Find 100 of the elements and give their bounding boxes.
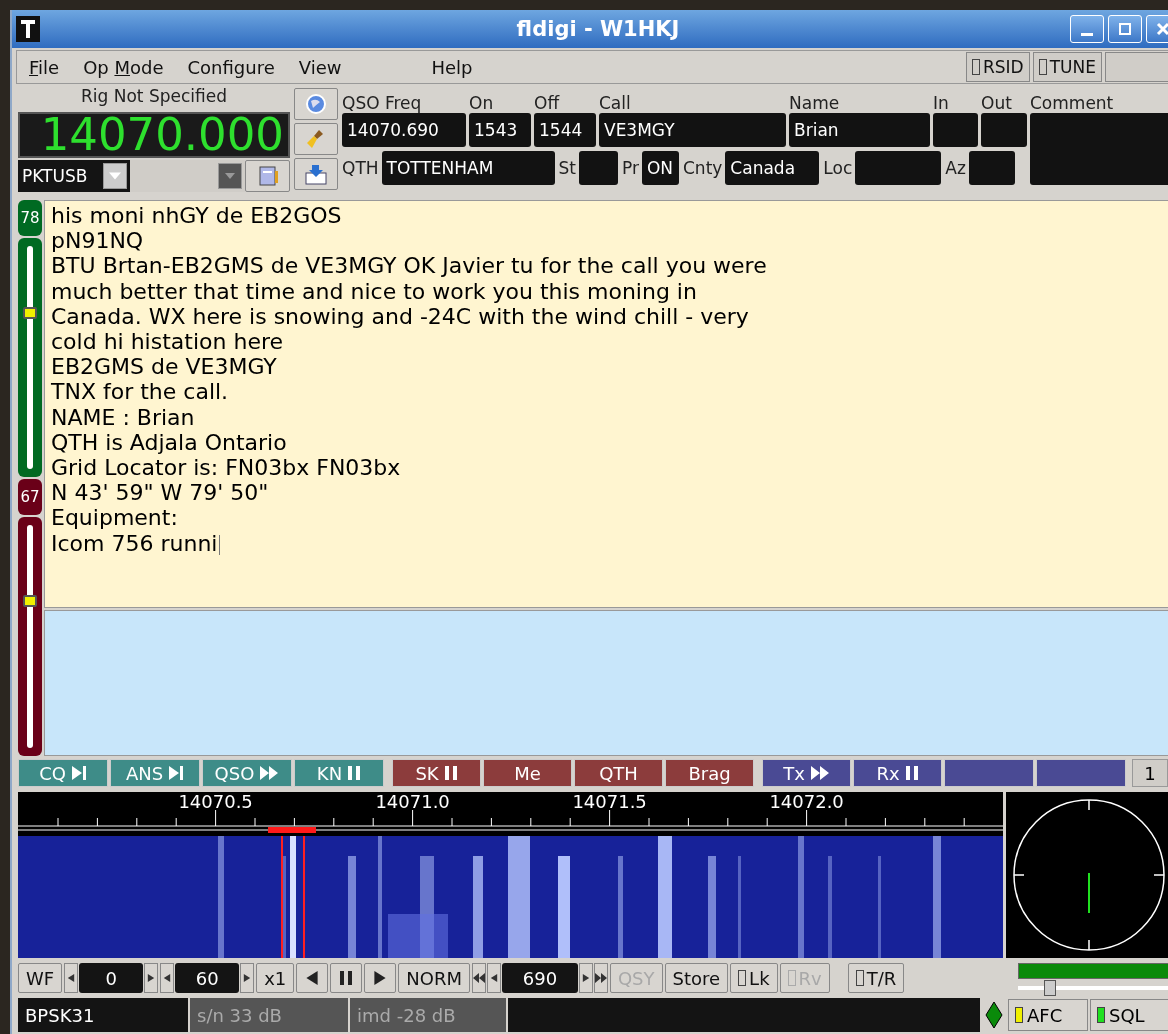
log-field[interactable] <box>855 151 942 185</box>
text-line: his moni nhGY de EB2GOS <box>51 203 342 229</box>
macro-button[interactable]: Brag <box>665 759 754 787</box>
log-field[interactable]: 1544 <box>534 113 596 147</box>
decrement-button[interactable] <box>486 963 501 993</box>
macro-button[interactable]: Me <box>483 759 572 787</box>
log-field[interactable] <box>933 113 978 147</box>
menu-item[interactable]: Configure <box>175 56 287 78</box>
step-right-button[interactable] <box>364 963 397 993</box>
arrow-icon <box>67 974 76 982</box>
macro-button[interactable]: QSO <box>202 759 292 787</box>
log-field[interactable]: TOTTENHAM <box>381 151 555 185</box>
macro-button[interactable]: KN <box>294 759 384 787</box>
toggle-button[interactable]: AFC <box>1008 999 1088 1031</box>
macro-button[interactable]: ANS <box>110 759 200 787</box>
macro-page-number[interactable]: 1 <box>1132 759 1168 787</box>
menu-item[interactable]: Help <box>419 56 485 78</box>
minimize-button[interactable] <box>1070 15 1104 43</box>
decrement-button[interactable] <box>160 963 175 993</box>
mode-status[interactable]: BPSK31 <box>18 998 188 1032</box>
rig-dialog-button[interactable] <box>245 160 290 192</box>
slider-thumb[interactable] <box>1044 980 1057 996</box>
decrement-button[interactable] <box>64 963 79 993</box>
globe-icon <box>305 93 327 115</box>
play-to-end-icon <box>70 765 87 781</box>
field-label: Out <box>981 92 1013 113</box>
arrow-icon <box>243 974 252 982</box>
log-field[interactable]: ON <box>642 151 679 185</box>
field-label: Name <box>789 92 841 113</box>
text-line: cold hi histation here <box>51 329 283 355</box>
increment-button[interactable] <box>144 963 159 993</box>
control-button[interactable]: x1 <box>256 963 295 993</box>
double-arrow-icon <box>472 973 485 983</box>
slider-track[interactable] <box>18 238 42 477</box>
pause-icon <box>347 765 362 781</box>
scale-label: 14071.5 <box>572 792 647 812</box>
log-field[interactable]: Canada <box>725 151 820 185</box>
spinner-value[interactable]: 0 <box>79 963 144 993</box>
text-line: NAME : Brian <box>51 404 195 430</box>
menu-item[interactable]: File <box>17 56 72 78</box>
save-log-button[interactable] <box>294 158 338 190</box>
toggle-button[interactable]: SQL <box>1090 999 1168 1031</box>
increment-button[interactable] <box>240 963 255 993</box>
maximize-button[interactable] <box>1108 15 1142 43</box>
toggle-button[interactable] <box>1105 52 1168 82</box>
toggle-button[interactable]: TUNE <box>1032 52 1102 82</box>
diamond-icon <box>985 1001 1003 1029</box>
scale-label: 14072.0 <box>769 792 844 812</box>
waterfall-drawing[interactable] <box>18 836 1003 958</box>
control-button[interactable]: NORM <box>398 963 470 993</box>
comment-field[interactable] <box>1030 113 1168 185</box>
pause-icon <box>904 765 919 781</box>
dropdown-button[interactable] <box>218 163 242 189</box>
slider-thumb[interactable] <box>23 594 37 607</box>
double-arrow-icon <box>594 973 607 983</box>
control-button[interactable]: WF <box>18 963 63 993</box>
receive-text-pane[interactable] <box>44 200 1168 608</box>
pause-button[interactable] <box>330 963 363 993</box>
lookup-button[interactable] <box>294 88 338 120</box>
macro-button[interactable] <box>1036 759 1126 787</box>
macro-button[interactable]: Rx <box>853 759 942 787</box>
fast-decrement-button[interactable] <box>471 963 486 993</box>
dropdown-button[interactable] <box>103 163 127 189</box>
toggle-button[interactable]: Lk <box>730 963 778 993</box>
macro-button[interactable]: Tx <box>762 759 851 787</box>
log-field[interactable]: VE3MGY <box>599 113 786 147</box>
log-field[interactable] <box>981 113 1027 147</box>
macro-button[interactable] <box>944 759 1034 787</box>
text-line: much better that time and nice to work you this moning in <box>51 278 697 304</box>
slider-thumb[interactable] <box>23 306 37 319</box>
frequency-display[interactable]: 14070.000 <box>18 112 290 158</box>
log-field[interactable] <box>579 151 619 185</box>
spinner-value[interactable]: 690 <box>501 963 578 993</box>
macro-button[interactable]: QTH <box>574 759 663 787</box>
macro-button[interactable]: SK <box>392 759 481 787</box>
slider-track[interactable] <box>18 517 42 756</box>
toggle-button[interactable]: T/R <box>847 963 905 993</box>
arrow-icon <box>581 974 590 982</box>
menu-item[interactable]: View <box>286 56 354 78</box>
pause-icon <box>443 765 458 781</box>
macro-button[interactable]: CQ <box>18 759 108 787</box>
text-line: Equipment: <box>51 505 178 531</box>
toggle-button[interactable]: RSID <box>966 52 1030 82</box>
log-field[interactable] <box>968 151 1015 185</box>
log-field[interactable]: Brian <box>789 113 930 147</box>
fast-forward-icon <box>259 765 280 781</box>
increment-button[interactable] <box>578 963 593 993</box>
clear-button[interactable] <box>294 123 338 155</box>
field-label: Cnty <box>683 158 723 178</box>
fast-increment-button[interactable] <box>593 963 608 993</box>
spinner-value[interactable]: 60 <box>175 963 240 993</box>
step-left-button[interactable] <box>296 963 329 993</box>
mode-dropdown[interactable]: PKTUSB <box>18 160 130 192</box>
log-field[interactable]: 1543 <box>469 113 531 147</box>
bandwidth-dropdown[interactable] <box>130 160 245 192</box>
menu-item[interactable]: Op Mode <box>71 56 176 78</box>
control-button[interactable]: Store <box>664 963 729 993</box>
log-field[interactable]: 14070.690 <box>342 113 466 147</box>
field-label: Call <box>599 92 632 113</box>
text-line: TNX for the call. <box>51 379 229 405</box>
